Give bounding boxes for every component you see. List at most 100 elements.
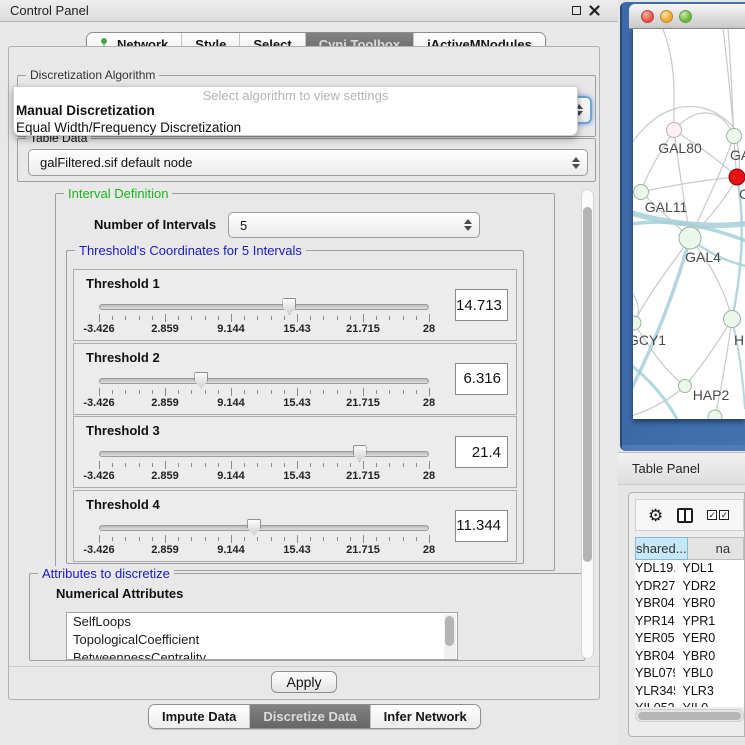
column-header-name[interactable]: na [688,537,744,560]
threshold-value-field[interactable] [455,363,508,395]
table-row[interactable]: YDR27...YDR2 [635,578,744,596]
slider-tick-labels: -3.4262.8599.14415.4321.71528 [99,544,429,557]
threshold-slider-track[interactable] [99,304,429,310]
threshold-slider-thumb[interactable] [282,298,296,315]
close-icon[interactable] [589,5,600,16]
network-node-h[interactable] [724,311,741,328]
table-row[interactable]: YBR045CYBR0 [635,648,744,666]
checkbox-icon[interactable]: ✓ [719,510,729,520]
threshold-slider-track[interactable] [99,451,429,457]
table-cell-name[interactable]: YER0 [675,630,744,648]
table-row[interactable]: YER054CYER0 [635,630,744,648]
zoom-traffic-light-icon[interactable] [679,10,692,23]
table-data-combo[interactable]: galFiltered.sif default node [28,149,588,176]
threshold-value-field[interactable] [455,289,508,321]
table-cell-name[interactable]: YDL1 [675,560,744,578]
settings-vertical-scrollbar[interactable] [581,189,594,659]
slider-ticks [99,314,429,323]
table-cell-name[interactable]: YBL0 [675,665,744,683]
minimize-traffic-light-icon[interactable] [660,10,673,23]
threshold-row: Threshold 2-3.4262.8599.14415.4321.71528 [73,343,517,415]
table-cell-shared-name[interactable]: YPR145W [635,613,675,631]
table-cell-name[interactable]: YLR3 [675,683,744,701]
threshold-slider-track[interactable] [99,378,429,384]
table-cell-shared-name[interactable]: YER054C [635,630,675,648]
float-window-icon[interactable] [572,6,581,15]
table-cell-shared-name[interactable]: YIL052C [635,700,675,707]
network-node-label: GAL4 [685,249,721,265]
network-node-ga[interactable] [727,129,742,144]
threshold-value-field[interactable] [455,436,508,468]
network-node[interactable] [708,410,722,419]
attributes-group: Attributes to discretize Numerical Attri… [29,573,585,661]
gear-icon[interactable]: ⚙ [648,507,663,524]
threshold-slider-thumb[interactable] [194,372,208,389]
checkbox-icon[interactable]: ✓ [707,510,717,520]
threshold-row: Threshold 4 -3.4262.8599.14415.4321.71528 [73,490,517,562]
table-header-row: shared... na [635,537,744,560]
network-node-gal80[interactable] [667,123,682,138]
network-node-gal11[interactable] [634,185,649,200]
table-cell-name[interactable]: YBR0 [675,595,744,613]
network-canvas[interactable]: GAL80GACGAL11GAL4GCY1HHAP2 [633,29,745,419]
network-node-label: GCY1 [633,332,666,348]
network-node-label: HAP2 [693,387,730,403]
threshold-row: Threshold 3-3.4262.8599.14415.4321.71528 [73,416,517,488]
scrollbar-thumb[interactable] [638,712,741,720]
threshold-value-field[interactable] [455,510,508,542]
slider-ticks [99,388,429,397]
table-cell-shared-name[interactable]: YLR345W [635,683,675,701]
scrollbar-thumb[interactable] [583,207,592,562]
algorithm-popup-hint: Select algorithm to view settings [14,87,577,103]
table-cell-shared-name[interactable]: YDR27... [635,578,675,596]
table-horizontal-scrollbar[interactable] [635,709,744,722]
close-traffic-light-icon[interactable] [641,10,654,23]
table-cell-name[interactable]: YDR2 [675,578,744,596]
attribute-list-item[interactable]: BetweennessCentrality [67,649,457,660]
numerical-attributes-label: Numerical Attributes [56,586,183,601]
control-panel-titlebar: Control Panel [0,0,618,22]
network-node-gal4[interactable] [679,227,701,249]
network-node-c[interactable] [729,169,745,185]
table-row[interactable]: YBL079WYBL0 [635,665,744,683]
algorithm-option[interactable]: Manual Discretization [14,103,577,120]
apply-button[interactable]: Apply [271,671,337,693]
tab-discretize-data[interactable]: Discretize Data [250,705,370,728]
table-cell-name[interactable]: YIL0 [675,700,744,707]
table-cell-shared-name[interactable]: YBR043C [635,595,675,613]
network-window-titlebar[interactable] [629,4,745,29]
settings-scroll-area: Interval Definition Number of Intervals … [17,185,596,665]
threshold-slider-thumb[interactable] [247,519,261,536]
table-cell-shared-name[interactable]: YBL079W [635,665,675,683]
attribute-list-item[interactable]: TopologicalCoefficient [67,631,457,649]
threshold-row: Threshold 1-3.4262.8599.14415.4321.71528 [73,269,517,341]
table-cell-shared-name[interactable]: YBR045C [635,648,675,666]
tab-infer-network[interactable]: Infer Network [371,705,480,728]
attribute-list-item[interactable]: SelfLoops [67,613,457,631]
slider-tick-labels: -3.4262.8599.14415.4321.71528 [99,470,429,483]
table-cell-name[interactable]: YBR0 [675,648,744,666]
table-row[interactable]: YBR043CYBR0 [635,595,744,613]
tab-impute-data[interactable]: Impute Data [149,705,250,728]
table-row[interactable]: YLR345WYLR3 [635,683,744,701]
column-header-shared-name[interactable]: shared... [635,537,688,560]
threshold-slider-track[interactable] [99,525,429,531]
table-cell-shared-name[interactable]: YDL19... [635,560,675,578]
network-node-hap2[interactable] [679,380,692,393]
attributes-list-scrollbar[interactable] [444,614,456,660]
slider-tick-labels: -3.4262.8599.14415.4321.71528 [99,323,429,336]
table-cell-name[interactable]: YPR1 [675,613,744,631]
column-layout-icon[interactable] [677,508,693,523]
table-row[interactable]: YPR145WYPR1 [635,613,744,631]
algorithm-dropdown-popup: Select algorithm to view settings Manual… [13,86,578,136]
divider [9,666,599,667]
network-node-gcy1[interactable] [633,316,641,330]
number-of-intervals-combo[interactable]: 5 [228,212,480,238]
interval-definition-group-title: Interval Definition [64,186,172,201]
threshold-slider-thumb[interactable] [353,445,367,462]
table-row[interactable]: YDL19...YDL1 [635,560,744,578]
numerical-attributes-list[interactable]: SelfLoopsTopologicalCoefficientBetweenne… [66,612,458,660]
algorithm-option[interactable]: Equal Width/Frequency Discretization [14,120,577,137]
threshold-label: Threshold 4 [86,497,160,512]
table-row[interactable]: YIL052CYIL0 [635,700,744,707]
